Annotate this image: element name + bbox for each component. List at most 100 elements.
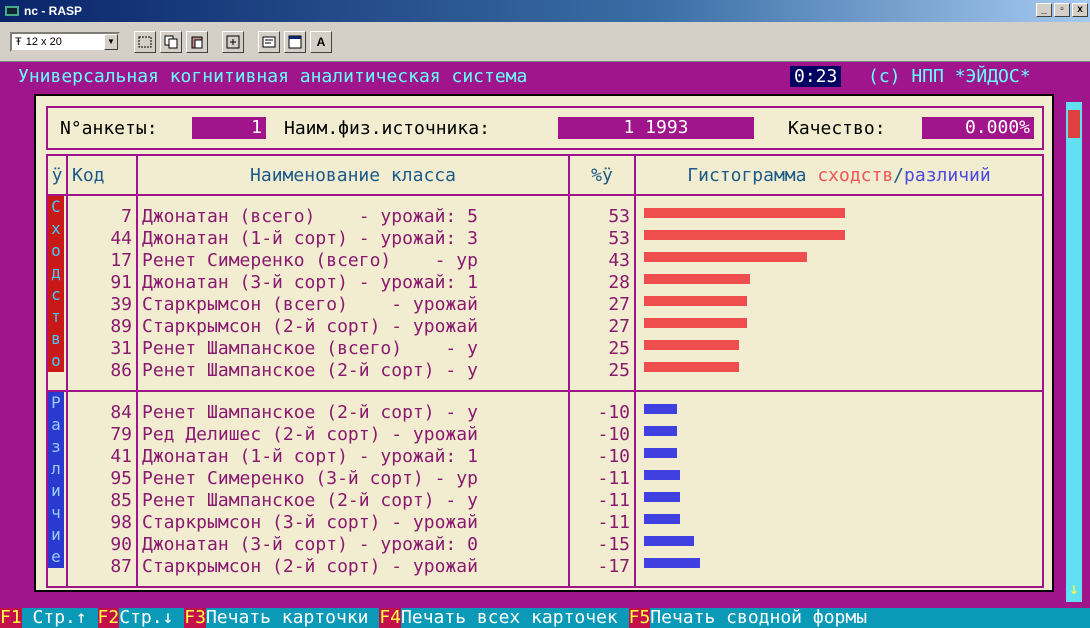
difference-bar [644,558,700,568]
col-pct-header[interactable]: %ÿ [568,154,636,196]
font-size-select[interactable]: Ŧ 12 x 20 ▼ [10,31,120,52]
header-line: Универсальная когнитивная аналитическая … [0,66,1090,90]
similarity-bar [644,362,739,372]
fkey-label[interactable]: Стр.↑ [22,608,98,628]
similarity-pcts: 53 53 43 28 27 27 25 25 [568,194,636,392]
vertical-scrollbar[interactable]: ↓ [1066,102,1082,602]
classes-table: ÿ Код Наименование класса %ÿ Гистограмма… [46,154,1044,588]
similarity-bar [644,252,807,262]
fkey-f1[interactable]: F1 [0,608,22,628]
class-name[interactable]: Джонатан (1-й сорт) - урожай: 3 [138,228,568,250]
background-icon[interactable] [284,30,306,53]
class-code[interactable]: 17 [68,250,136,272]
class-code[interactable]: 41 [68,446,136,468]
class-percent: -10 [597,424,630,445]
fkey-f2[interactable]: F2 [97,608,120,628]
class-code[interactable]: 89 [68,316,136,338]
source-field[interactable]: 1 1993 [558,117,754,139]
difference-bar [644,470,680,480]
class-name[interactable]: Ред Делишес (2-й сорт) - урожай [138,424,568,446]
fkey-label[interactable]: Печать всех карточек [401,608,629,628]
quality-label: Качество: [788,118,886,139]
close-button[interactable]: x [1072,3,1088,17]
class-name[interactable]: Ренет Шампанское (2-й сорт) - у [138,490,568,512]
hist-title-dif: различий [904,164,991,186]
difference-pcts: -10 -10 -10 -11 -11 -11 -15 -17 [568,390,636,588]
col-check-header[interactable]: ÿ [46,154,68,196]
similarity-letters: Сходство [48,196,66,372]
class-code[interactable]: 85 [68,490,136,512]
system-title: Универсальная когнитивная аналитическая … [18,66,528,87]
class-code[interactable]: 87 [68,556,136,578]
paste-icon[interactable] [186,30,208,53]
class-code[interactable]: 95 [68,468,136,490]
font-a-button[interactable]: A [310,30,332,53]
class-name[interactable]: Джонатан (3-й сорт) - урожай: 0 [138,534,568,556]
class-code[interactable]: 44 [68,228,136,250]
dif-side-letter: а [48,414,64,436]
class-percent: -11 [597,468,630,489]
class-code[interactable]: 86 [68,360,136,382]
fkey-label[interactable]: Печать карточки [206,608,379,628]
class-code[interactable]: 90 [68,534,136,556]
class-name[interactable]: Ренет Шампанское (всего) - у [138,338,568,360]
class-name[interactable]: Джонатан (всего) - урожай: 5 [138,206,568,228]
col-code-header[interactable]: Код [66,154,138,196]
class-code[interactable]: 79 [68,424,136,446]
quality-field[interactable]: 0.000% [922,117,1034,139]
class-code[interactable]: 39 [68,294,136,316]
class-code[interactable]: 91 [68,272,136,294]
mark-icon[interactable] [134,30,156,53]
class-name[interactable]: Старкрымсон (3-й сорт) - урожай [138,512,568,534]
class-name[interactable]: Ренет Симеренко (3-й сорт) - ур [138,468,568,490]
col-name-header[interactable]: Наименование класса [136,154,570,196]
class-name[interactable]: Джонатан (1-й сорт) - урожай: 1 [138,446,568,468]
class-percent: 27 [608,294,630,315]
difference-side: Различие [46,390,68,588]
difference-letters: Различие [48,392,66,568]
chevron-down-icon[interactable]: ▼ [104,33,118,50]
class-name[interactable]: Старкрымсон (2-й сорт) - урожай [138,316,568,338]
class-name[interactable]: Старкрымсон (2-й сорт) - урожай [138,556,568,578]
fkey-label[interactable]: Стр.↓ [119,608,184,628]
class-percent: -11 [597,490,630,511]
class-code[interactable]: 84 [68,402,136,424]
class-percent: -10 [597,402,630,423]
dif-side-letter: Р [48,392,64,414]
similarity-bar [644,318,747,328]
fkey-f3[interactable]: F3 [184,608,206,628]
difference-codes: 84 79 41 95 85 98 90 87 [66,390,138,588]
scrollbar-thumb[interactable] [1068,110,1080,138]
properties-icon[interactable] [258,30,280,53]
class-percent: 27 [608,316,630,337]
class-name[interactable]: Ренет Шампанское (2-й сорт) - у [138,360,568,382]
class-code[interactable]: 7 [68,206,136,228]
copy-icon[interactable] [160,30,182,53]
dif-side-letter: и [48,480,64,502]
minimize-button[interactable]: _ [1036,3,1052,17]
class-code[interactable]: 31 [68,338,136,360]
class-name[interactable]: Джонатан (3-й сорт) - урожай: 1 [138,272,568,294]
fullscreen-icon[interactable] [222,30,244,53]
class-percent: -10 [597,446,630,467]
class-name[interactable]: Ренет Симеренко (всего) - ур [138,250,568,272]
dif-side-letter: е [48,546,64,568]
hist-title-prefix: Гистограмма [687,164,818,186]
class-code[interactable]: 98 [68,512,136,534]
table-header-row: ÿ Код Наименование класса %ÿ Гистограмма… [46,154,1044,196]
similarity-bar [644,274,750,284]
anketa-num-label: N°анкеты: [60,118,158,139]
fkey-f4[interactable]: F4 [379,608,402,628]
difference-bar [644,536,694,546]
scroll-down-arrow-icon[interactable]: ↓ [1066,579,1082,598]
class-name[interactable]: Ренет Шампанское (2-й сорт) - у [138,402,568,424]
anketa-num-field[interactable]: 1 [192,117,266,139]
sim-side-letter: д [48,262,64,284]
maximize-button[interactable]: ▫ [1054,3,1070,17]
fkey-f5[interactable]: F5 [628,608,651,628]
difference-names: Ренет Шампанское (2-й сорт) - у Ред Делиш… [136,390,570,588]
fkey-label[interactable]: Печать сводной формы [650,608,867,628]
difference-bar [644,404,677,414]
class-name[interactable]: Старкрымсон (всего) - урожай [138,294,568,316]
sim-side-letter: о [48,350,64,372]
